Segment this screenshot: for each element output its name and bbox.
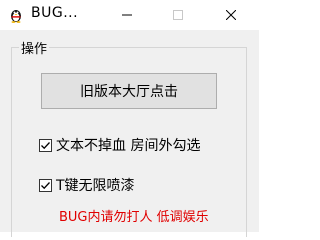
checkbox-box[interactable] [39, 178, 52, 192]
title-bar[interactable]: BUG... [0, 0, 259, 30]
window-title: BUG... [31, 5, 79, 21]
checkbox-no-damage[interactable]: 文本不掉血 房间外勾选 [39, 137, 201, 154]
old-lobby-button[interactable]: 旧版本大厅点击 [41, 73, 217, 109]
checkbox-label: 文本不掉血 房间外勾选 [56, 138, 201, 154]
minimize-icon [122, 14, 132, 16]
close-icon [226, 10, 236, 20]
maximize-button[interactable] [161, 0, 195, 30]
close-button[interactable] [214, 0, 248, 30]
checkmark-icon [41, 141, 50, 149]
warning-note: BUG内请勿打人 低调娱乐 [59, 210, 209, 225]
checkbox-label: T键无限喷漆 [56, 178, 135, 194]
penguin-icon [11, 10, 21, 23]
checkmark-icon [41, 181, 50, 189]
minimize-button[interactable] [110, 0, 144, 30]
checkbox-box[interactable] [39, 138, 52, 152]
checkbox-infinite-spray[interactable]: T键无限喷漆 [39, 177, 135, 194]
maximize-icon [173, 10, 183, 20]
groupbox-label: 操作 [19, 38, 50, 57]
app-window: BUG... 操作 旧版本大厅点击 文本不掉血 房间外勾选 T键无限喷漆 BUG… [0, 0, 259, 237]
